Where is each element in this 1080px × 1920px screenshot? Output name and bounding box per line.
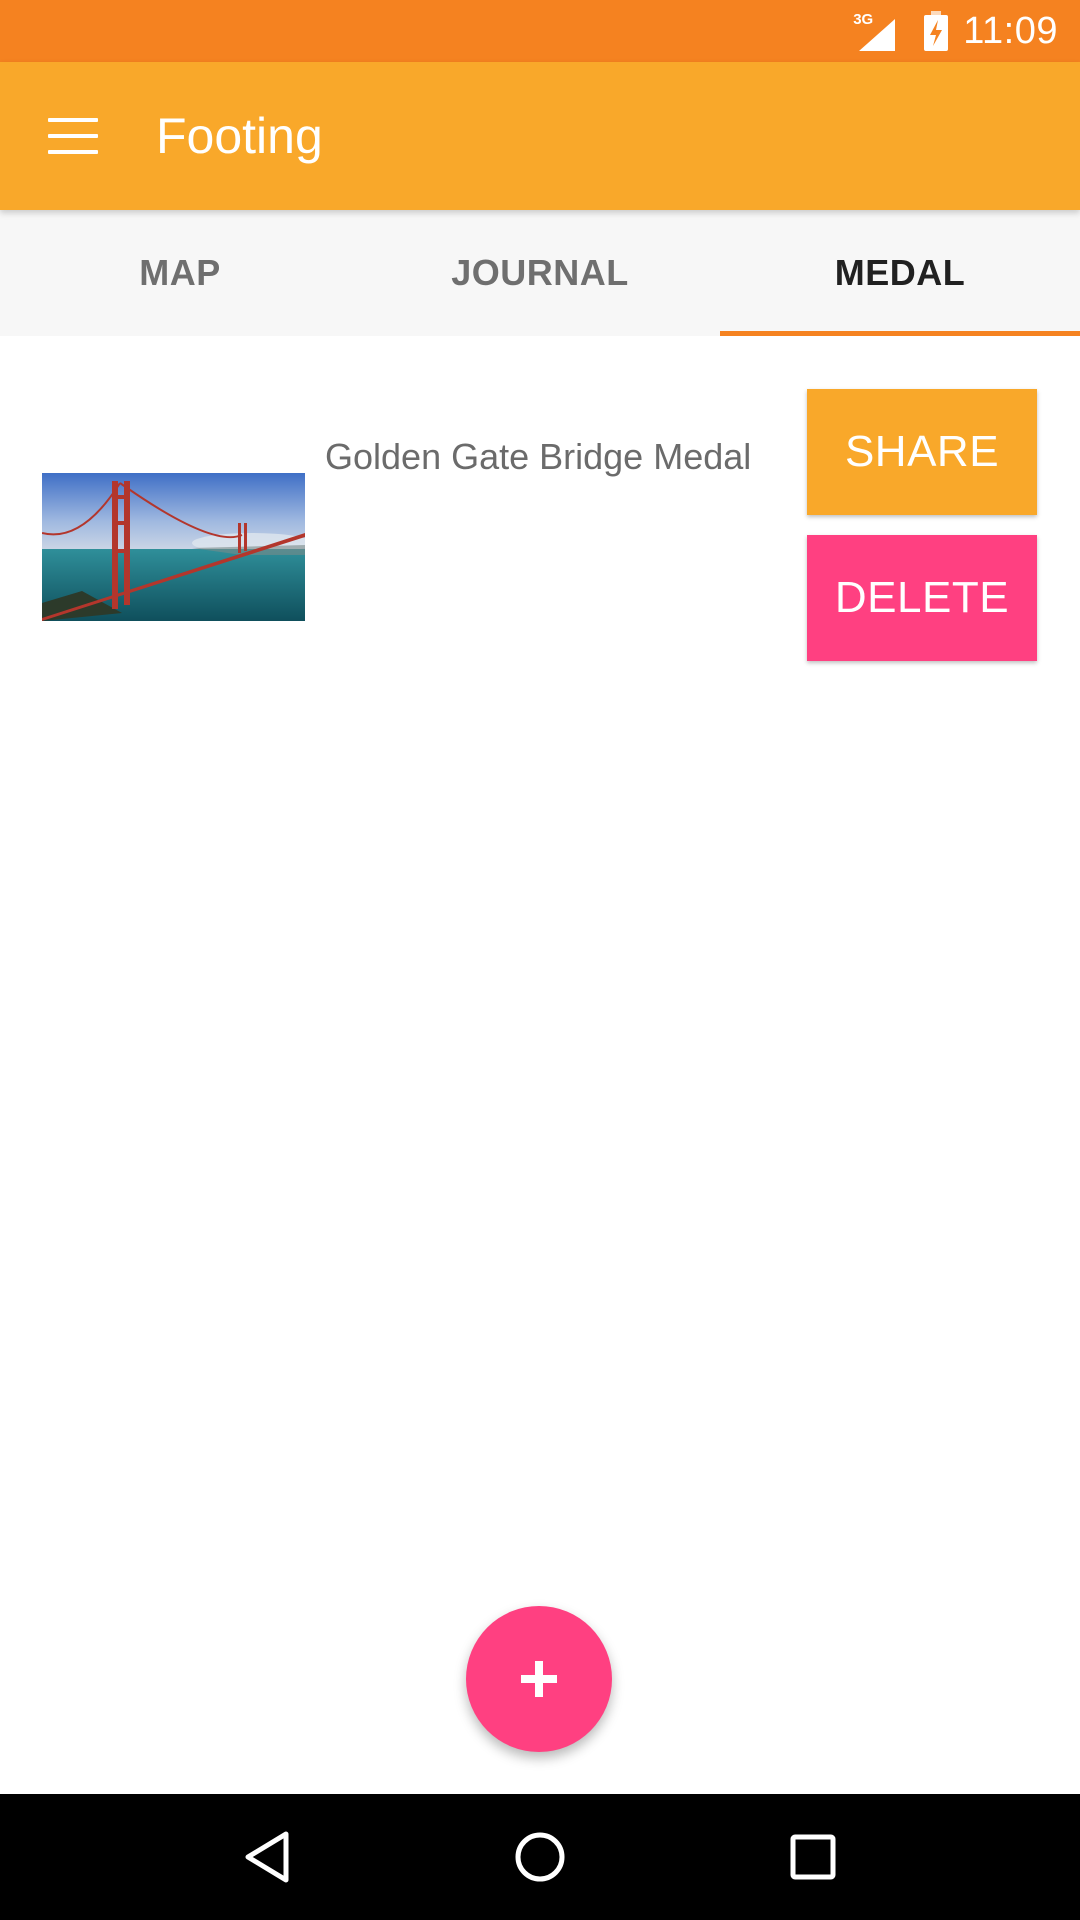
delete-button[interactable]: DELETE — [807, 535, 1037, 661]
medal-card: Golden Gate Bridge Medal SHARE DELETE — [0, 336, 1080, 676]
battery-charging-icon — [924, 11, 949, 51]
recents-icon — [790, 1834, 836, 1880]
tab-bar: MAP JOURNAL MEDAL — [0, 210, 1080, 336]
clock: 11:09 — [963, 9, 1058, 52]
back-button[interactable] — [227, 1817, 307, 1897]
app-title: Footing — [156, 108, 323, 164]
home-icon — [515, 1832, 565, 1882]
signal-icon — [859, 19, 896, 51]
medal-name: Golden Gate Bridge Medal — [325, 436, 752, 477]
share-button[interactable]: SHARE — [807, 389, 1037, 515]
home-button[interactable] — [500, 1817, 580, 1897]
status-bar: 3G 11:09 — [0, 0, 1080, 62]
tab-journal[interactable]: JOURNAL — [360, 210, 720, 336]
tab-medal[interactable]: MEDAL — [720, 210, 1080, 336]
recents-button[interactable] — [773, 1817, 853, 1897]
system-nav-bar — [0, 1794, 1080, 1920]
back-icon — [245, 1831, 289, 1883]
add-icon — [521, 1661, 557, 1697]
hamburger-menu-icon[interactable] — [48, 118, 98, 154]
golden-gate-bridge-photo — [42, 473, 305, 621]
signal-indicator: 3G — [851, 11, 905, 51]
app-bar: Footing — [0, 62, 1080, 210]
tab-map[interactable]: MAP — [0, 210, 360, 336]
add-medal-button[interactable] — [466, 1606, 612, 1752]
